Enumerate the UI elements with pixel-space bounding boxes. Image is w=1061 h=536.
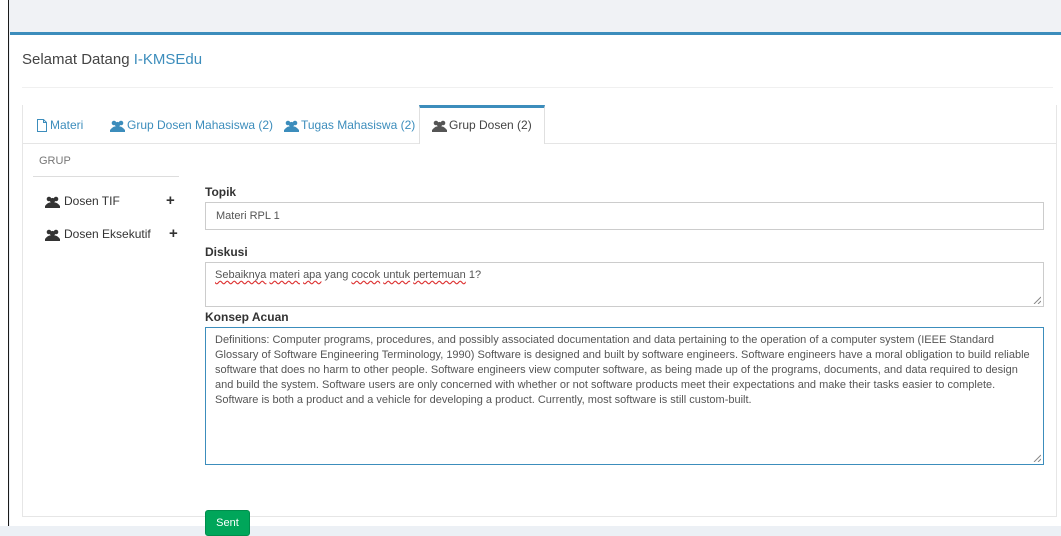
tab-grup-dosen-mahasiswa[interactable]: Grup Dosen Mahasiswa (2) (110, 105, 273, 143)
tab-label: Tugas Mahasiswa (2) (301, 118, 416, 132)
nav-tabs: Materi Grup Dosen Mahasiswa (2) Tugas Ma… (23, 105, 1056, 144)
sidebar-item-dosen-tif[interactable]: Dosen TIF (45, 192, 120, 210)
add-icon[interactable]: + (166, 192, 175, 210)
tab-materi[interactable]: Materi (36, 105, 83, 143)
header-divider (22, 87, 1053, 88)
tab-label: Materi (50, 118, 84, 132)
tab-tugas-mahasiswa[interactable]: Tugas Mahasiswa (2) (284, 105, 415, 143)
users-icon (45, 229, 60, 241)
diskusi-word: Sebaiknya (215, 269, 267, 281)
page-title: Selamat Datang I-KMSEdu (22, 51, 202, 68)
welcome-text: Selamat Datang (22, 51, 134, 68)
resize-grip-icon[interactable] (1033, 296, 1041, 304)
sidebar-item-label: Dosen TIF (64, 194, 120, 208)
file-icon (37, 119, 47, 132)
konsep-label: Konsep Acuan (205, 310, 289, 324)
diskusi-word: apa (303, 269, 322, 281)
diskusi-word: materi (269, 269, 300, 281)
tabs-panel: Materi Grup Dosen Mahasiswa (2) Tugas Ma… (22, 105, 1057, 536)
sidebar-item-dosen-eksekutif[interactable]: Dosen Eksekutif (45, 225, 151, 243)
diskusi-textarea[interactable]: Sebaiknya materi apa yang cocok untuk pe… (205, 262, 1044, 307)
grup-divider (33, 176, 179, 177)
users-icon (432, 120, 447, 132)
diskusi-word: pertemuan (413, 269, 466, 281)
resize-grip-icon[interactable] (1033, 454, 1041, 462)
grup-heading: GRUP (39, 155, 71, 167)
konsep-textarea[interactable]: Definitions: Computer programs, procedur… (205, 327, 1044, 465)
diskusi-word: cocok (351, 269, 381, 281)
add-icon[interactable]: + (169, 225, 178, 243)
main-box: Selamat Datang I-KMSEdu Materi Grup Dose… (10, 32, 1061, 536)
users-icon (110, 120, 125, 132)
topik-label: Topik (205, 185, 237, 199)
tab-grup-dosen[interactable]: Grup Dosen (2) (419, 105, 545, 144)
sent-button[interactable]: Sent (205, 510, 250, 536)
users-icon (284, 120, 299, 132)
tab-label: Grup Dosen (2) (449, 118, 532, 132)
top-strip (10, 0, 1061, 32)
tab-label: Grup Dosen Mahasiswa (2) (127, 118, 274, 132)
diskusi-word: 1? (465, 269, 482, 281)
sidebar-item-label: Dosen Eksekutif (64, 227, 151, 241)
topik-input[interactable]: Materi RPL 1 (205, 202, 1044, 230)
diskusi-label: Diskusi (205, 245, 248, 259)
diskusi-word: untuk (383, 269, 411, 281)
users-icon (45, 196, 60, 208)
brand-name: I-KMSEdu (133, 51, 203, 68)
window-left-edge (0, 0, 9, 526)
konsep-text: Definitions: Computer programs, procedur… (215, 334, 1030, 406)
diskusi-word: yang (321, 269, 352, 281)
